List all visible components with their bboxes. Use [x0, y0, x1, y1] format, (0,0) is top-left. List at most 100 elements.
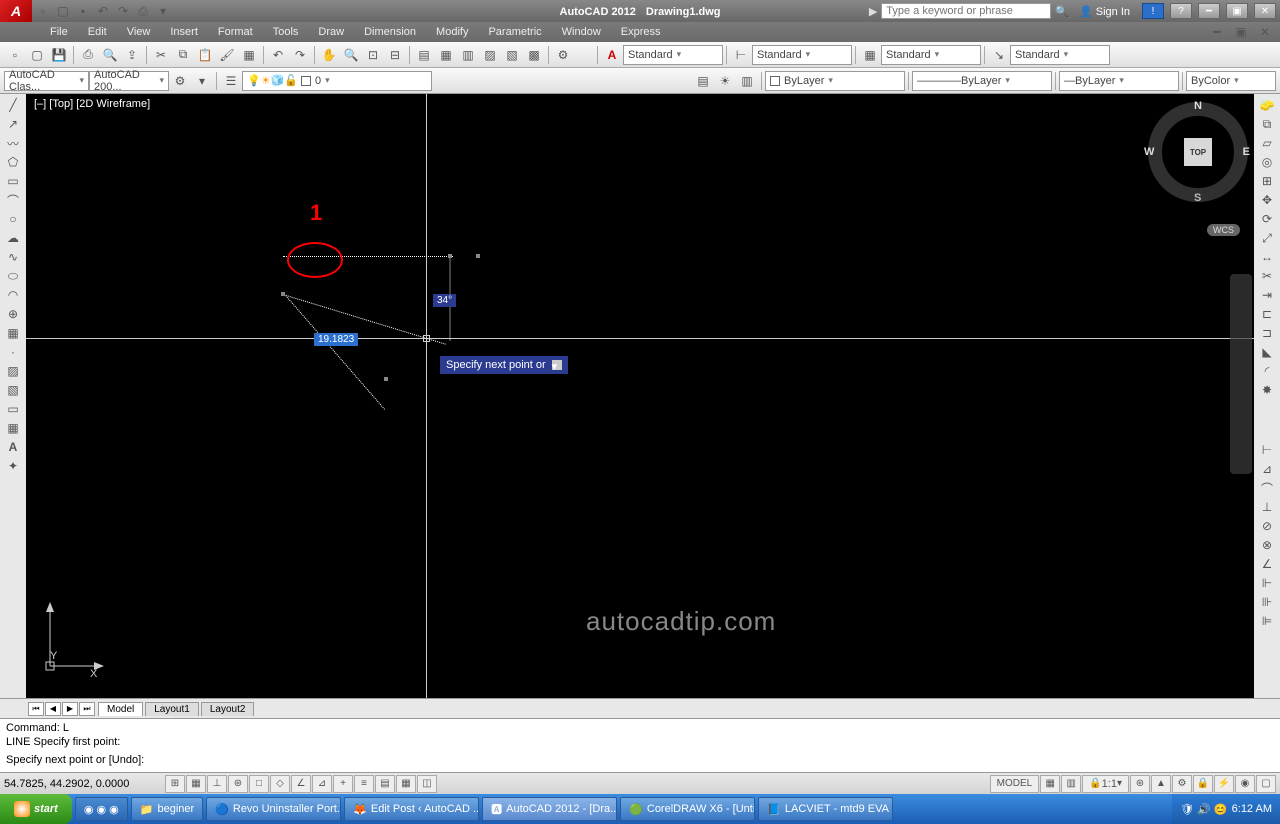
viewcube-w[interactable]: W [1144, 146, 1154, 158]
print-icon[interactable]: ⎙ [77, 45, 99, 65]
osnap-toggle[interactable]: □ [249, 775, 269, 793]
array-icon[interactable]: ⊞ [1256, 172, 1278, 190]
menu-dimension[interactable]: Dimension [354, 26, 426, 38]
block-icon[interactable]: ▦ [2, 324, 24, 342]
chamfer-icon[interactable]: ◣ [1256, 343, 1278, 361]
tablestyle-icon[interactable]: ▦ [859, 45, 881, 65]
layer-props-icon[interactable]: ☰ [220, 71, 242, 91]
task-lacviet[interactable]: 📘 LACVIET - mtd9 EVA ... [758, 797, 893, 821]
qat-new-icon[interactable]: ▫ [34, 3, 52, 19]
plotstyle-drop[interactable]: ByColor [1186, 71, 1276, 91]
coordinates[interactable]: 54.7825, 44.2902, 0.0000 [4, 778, 164, 790]
pline-icon[interactable]: 〰 [2, 134, 24, 152]
move-icon[interactable]: ✥ [1256, 191, 1278, 209]
xline-icon[interactable]: ↗ [2, 115, 24, 133]
color-drop[interactable]: ByLayer [765, 71, 905, 91]
search-go-icon[interactable]: ▶ [869, 5, 877, 18]
ellipse-icon[interactable]: ⬭ [2, 267, 24, 285]
stretch-icon[interactable]: ↔ [1256, 248, 1278, 266]
qat-print-icon[interactable]: ⎙ [134, 3, 152, 19]
join-icon[interactable]: ⊐ [1256, 324, 1278, 342]
viewcube-top-face[interactable]: TOP [1184, 138, 1212, 166]
tray-icons[interactable]: 🛡 🔊 😊 [1180, 803, 1227, 816]
menu-modify[interactable]: Modify [426, 26, 478, 38]
task-firefox[interactable]: 🦊 Edit Post ‹ AutoCAD ... [344, 797, 479, 821]
qat-open-icon[interactable]: ▢ [54, 3, 72, 19]
break-icon[interactable]: ⊏ [1256, 305, 1278, 323]
viewcube-n[interactable]: N [1194, 100, 1202, 112]
qc-icon[interactable]: ▩ [523, 45, 545, 65]
linetype-drop[interactable]: ———— ByLayer [912, 71, 1052, 91]
isolate-icon[interactable]: ◉ [1235, 775, 1255, 793]
task-corel[interactable]: 🟢 CorelDRAW X6 - [Unti... [620, 797, 755, 821]
mdi-restore-button[interactable]: ▣ [1230, 24, 1252, 40]
layer-states-icon[interactable]: ▤ [692, 71, 714, 91]
qat-save-icon[interactable]: ▪ [74, 3, 92, 19]
line-icon[interactable]: ╱ [2, 96, 24, 114]
workspace2-drop[interactable]: AutoCAD 200... [89, 71, 169, 91]
tab-layout2[interactable]: Layout2 [201, 702, 255, 716]
restore-button[interactable]: ▣ [1226, 3, 1248, 19]
new-icon[interactable]: ▫ [4, 45, 26, 65]
viewcube[interactable]: TOP N S E W [1148, 102, 1248, 202]
dimbase-icon[interactable]: ⊪ [1256, 593, 1278, 611]
scale-icon[interactable]: ⤢ [1256, 229, 1278, 247]
insert-icon[interactable]: ⊕ [2, 305, 24, 323]
mdi-minimize-button[interactable]: ━ [1206, 24, 1228, 40]
spline-icon[interactable]: ∿ [2, 248, 24, 266]
navigation-bar[interactable] [1230, 274, 1252, 474]
layer-uniso-icon[interactable]: ▥ [736, 71, 758, 91]
textstyle-icon[interactable]: A [601, 45, 623, 65]
polygon-icon[interactable]: ⬠ [2, 153, 24, 171]
annovis-icon[interactable]: ⊛ [1130, 775, 1150, 793]
qat-undo-icon[interactable]: ↶ [94, 3, 112, 19]
qp-toggle[interactable]: ▦ [396, 775, 416, 793]
circle-icon[interactable]: ○ [2, 210, 24, 228]
tp-icon[interactable]: ▥ [457, 45, 479, 65]
dimstyle-icon[interactable]: ⊢ [730, 45, 752, 65]
minimize-button[interactable]: ━ [1198, 3, 1220, 19]
markup-icon[interactable]: ▧ [501, 45, 523, 65]
lwt-toggle[interactable]: ≡ [354, 775, 374, 793]
close-button[interactable]: ✕ [1254, 3, 1276, 19]
mdi-close-button[interactable]: ✕ [1254, 24, 1276, 40]
tab-next-icon[interactable]: ▶ [62, 702, 78, 716]
viewport-label[interactable]: [–] [Top] [2D Wireframe] [34, 98, 150, 110]
sc-toggle[interactable]: ◫ [417, 775, 437, 793]
dimarc-icon[interactable]: ⌒ [1256, 479, 1278, 497]
ellipsearc-icon[interactable]: ◠ [2, 286, 24, 304]
dimord-icon[interactable]: ⊥ [1256, 498, 1278, 516]
dynamic-length[interactable]: 19.1823 [314, 333, 358, 346]
props-icon[interactable]: ▤ [413, 45, 435, 65]
arc-icon[interactable]: ⌒ [2, 191, 24, 209]
hatch-icon[interactable]: ▨ [2, 362, 24, 380]
task-autocad[interactable]: 🅰 AutoCAD 2012 - [Dra... [482, 797, 617, 821]
copy2-icon[interactable]: ⧉ [1256, 115, 1278, 133]
polar-toggle[interactable]: ⊛ [228, 775, 248, 793]
table-icon[interactable]: ▦ [2, 419, 24, 437]
snap-toggle[interactable]: ⊞ [165, 775, 185, 793]
zoom-rt-icon[interactable]: 🔍 [340, 45, 362, 65]
explode-icon[interactable]: ✸ [1256, 381, 1278, 399]
cui-icon[interactable]: ⚙ [552, 45, 574, 65]
search-input[interactable] [881, 3, 1051, 19]
task-beginer[interactable]: 📁 beginer [131, 797, 203, 821]
workspace-drop[interactable]: AutoCAD Clas... [4, 71, 89, 91]
revcloud-icon[interactable]: ☁ [2, 229, 24, 247]
dimdia-icon[interactable]: ⊗ [1256, 536, 1278, 554]
mirror-icon[interactable]: ▱ [1256, 134, 1278, 152]
cleanscreen-icon[interactable]: ▢ [1256, 775, 1276, 793]
publish-icon[interactable]: ⇪ [121, 45, 143, 65]
layer-drop[interactable]: 💡☀🧊🔓 0 [242, 71, 432, 91]
pan-icon[interactable]: ✋ [318, 45, 340, 65]
preview-icon[interactable]: 🔍 [99, 45, 121, 65]
ws-settings-icon[interactable]: ⚙ [169, 71, 191, 91]
viewcube-s[interactable]: S [1194, 192, 1201, 204]
start-button[interactable]: start [0, 794, 72, 824]
region-icon[interactable]: ▭ [2, 400, 24, 418]
layer-iso-icon[interactable]: ☀ [714, 71, 736, 91]
menu-view[interactable]: View [117, 26, 161, 38]
qat-redo-icon[interactable]: ↷ [114, 3, 132, 19]
menu-edit[interactable]: Edit [78, 26, 117, 38]
trim-icon[interactable]: ✂ [1256, 267, 1278, 285]
